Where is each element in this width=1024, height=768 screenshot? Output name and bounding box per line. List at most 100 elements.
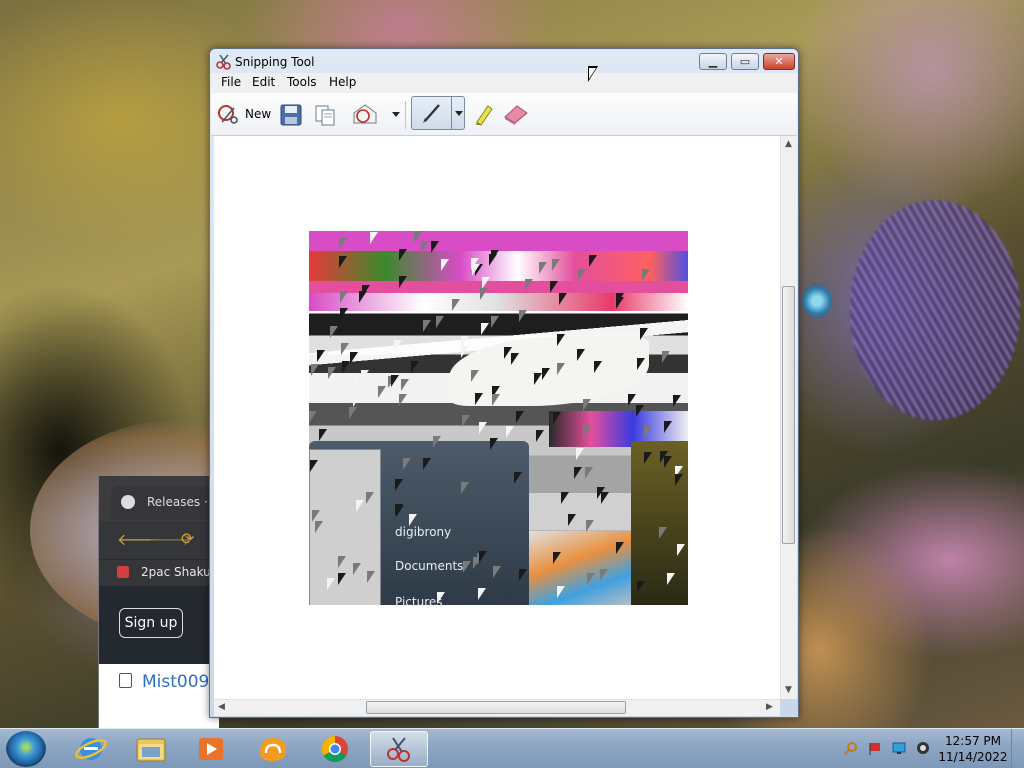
search-tray-icon[interactable] bbox=[844, 741, 858, 755]
glitch-cursor bbox=[480, 288, 488, 300]
menu-help[interactable]: Help bbox=[329, 75, 356, 89]
glitch-cursor bbox=[581, 329, 589, 341]
glitch-cursor bbox=[309, 411, 317, 423]
maximize-button[interactable]: ▭ bbox=[731, 53, 759, 70]
glitch-cursor bbox=[585, 467, 593, 479]
eraser-icon[interactable] bbox=[503, 103, 529, 125]
scroll-left-arrow[interactable]: ◀ bbox=[218, 702, 225, 712]
glitch-cursor bbox=[589, 255, 597, 267]
network-icon[interactable] bbox=[892, 741, 906, 755]
glitch-cursor bbox=[475, 393, 483, 405]
glitch-cursor bbox=[542, 368, 550, 380]
snipping-tool-window[interactable]: Snipping Tool ▁ ▭ ✕ File Edit Tools Help… bbox=[209, 48, 799, 718]
glitch-cursor bbox=[628, 394, 636, 406]
scroll-down-arrow[interactable]: ▼ bbox=[785, 685, 792, 695]
glitch-cursor bbox=[479, 551, 487, 563]
title-bar[interactable]: Snipping Tool ▁ ▭ ✕ bbox=[210, 49, 798, 75]
pen-button-divider bbox=[451, 97, 452, 129]
glitch-cursor bbox=[395, 504, 403, 516]
clock-time: 12:57 PM bbox=[945, 734, 1001, 748]
close-button[interactable]: ✕ bbox=[763, 53, 795, 70]
glitch-cursor bbox=[349, 407, 357, 419]
glitch-cursor bbox=[637, 581, 645, 593]
sign-up-button[interactable]: Sign up bbox=[119, 608, 183, 638]
pen-dropdown-arrow[interactable] bbox=[455, 111, 463, 116]
glitch-cursor bbox=[561, 492, 569, 504]
glitch-cursor bbox=[662, 351, 670, 363]
taskbar-snipping-tool[interactable] bbox=[370, 731, 428, 767]
glitch-cursor bbox=[644, 426, 652, 438]
scroll-right-arrow[interactable]: ▶ bbox=[766, 702, 773, 712]
start-button[interactable] bbox=[6, 731, 46, 767]
glitch-cursor bbox=[664, 421, 672, 433]
save-icon[interactable] bbox=[279, 103, 303, 127]
wallpaper-fish-eye bbox=[802, 283, 832, 319]
glitch-cursor bbox=[471, 370, 479, 382]
glitch-cursor bbox=[431, 241, 439, 253]
show-desktop-button[interactable] bbox=[1011, 729, 1024, 768]
glitch-cursor bbox=[395, 479, 403, 491]
action-center-flag-icon[interactable] bbox=[868, 741, 882, 755]
window-title: Snipping Tool bbox=[235, 55, 315, 69]
repo-link[interactable]: Mist0090 bbox=[119, 672, 219, 692]
menu-edit[interactable]: Edit bbox=[252, 75, 275, 89]
glitch-cursor bbox=[394, 340, 402, 352]
system-clock[interactable]: 12:57 PM 11/14/2022 bbox=[938, 733, 1008, 765]
horizontal-scrollbar[interactable]: ◀ ▶ bbox=[214, 699, 780, 716]
glitch-cursor bbox=[330, 326, 338, 338]
volume-icon[interactable] bbox=[916, 741, 930, 755]
menu-tools[interactable]: Tools bbox=[287, 75, 317, 89]
taskbar-internet-explorer[interactable] bbox=[62, 731, 120, 767]
glitch-cursor bbox=[491, 316, 499, 328]
minimize-button[interactable]: ▁ bbox=[699, 53, 727, 70]
glitch-cursor bbox=[576, 448, 584, 460]
taskbar-uc-browser[interactable] bbox=[244, 731, 302, 767]
glitch-cursor bbox=[516, 411, 524, 423]
glitch-cursor bbox=[637, 358, 645, 370]
send-snip-icon[interactable] bbox=[351, 101, 379, 127]
wallpaper-fin bbox=[850, 200, 1020, 420]
browser-navbar: 🡐 🡒 ⟳ bbox=[99, 521, 219, 559]
glitch-cursor bbox=[642, 269, 650, 281]
pen-button[interactable] bbox=[411, 96, 465, 130]
glitch-cursor bbox=[557, 586, 565, 598]
glitch-cursor bbox=[401, 379, 409, 391]
glitch-cursor bbox=[340, 308, 348, 320]
browser-window[interactable]: Releases · M 🡐 🡒 ⟳ 2pac Shakur Sign up M… bbox=[98, 476, 219, 728]
highlighter-icon[interactable] bbox=[473, 102, 495, 126]
taskbar-media-player[interactable] bbox=[182, 731, 240, 767]
glitch-cursor bbox=[327, 578, 335, 590]
horizontal-scroll-thumb[interactable] bbox=[366, 701, 626, 714]
taskbar-chrome[interactable] bbox=[306, 731, 364, 767]
send-dropdown-arrow[interactable] bbox=[392, 112, 400, 117]
glitch-cursor bbox=[667, 573, 675, 585]
glitch-cursor bbox=[367, 571, 375, 583]
glitch-cursor bbox=[471, 258, 479, 270]
menu-file[interactable]: File bbox=[221, 75, 241, 89]
glitch-cursor bbox=[640, 328, 648, 340]
uc-browser-icon bbox=[260, 737, 287, 761]
copy-icon[interactable] bbox=[313, 103, 337, 127]
taskbar-windows-explorer[interactable] bbox=[122, 731, 180, 767]
glitch-cursor bbox=[463, 561, 471, 573]
bookmark-item[interactable]: 2pac Shakur bbox=[141, 565, 216, 579]
clock-date: 11/14/2022 bbox=[938, 750, 1008, 764]
scroll-up-arrow[interactable]: ▲ bbox=[785, 139, 792, 149]
glitch-cursor bbox=[361, 370, 369, 382]
vertical-scrollbar[interactable]: ▲ ▼ bbox=[780, 136, 797, 699]
folder-item: Documents bbox=[395, 559, 464, 573]
glitch-cursor bbox=[519, 310, 527, 322]
new-snip-icon[interactable] bbox=[217, 102, 241, 126]
new-button[interactable]: New bbox=[245, 107, 271, 121]
glitch-cursor bbox=[399, 249, 407, 261]
glitch-cursor bbox=[339, 238, 347, 250]
glitch-cursor bbox=[660, 451, 668, 463]
github-icon bbox=[121, 495, 135, 509]
vertical-scroll-thumb[interactable] bbox=[782, 286, 795, 544]
reload-icon[interactable]: ⟳ bbox=[181, 529, 194, 548]
snip-canvas[interactable]: digibrony Documents Pictures bbox=[214, 136, 780, 699]
glitch-cursor bbox=[441, 259, 449, 271]
glitch-cursor bbox=[600, 569, 608, 581]
browser-tab[interactable]: Releases · M bbox=[111, 486, 219, 520]
glitch-cursor bbox=[399, 276, 407, 288]
